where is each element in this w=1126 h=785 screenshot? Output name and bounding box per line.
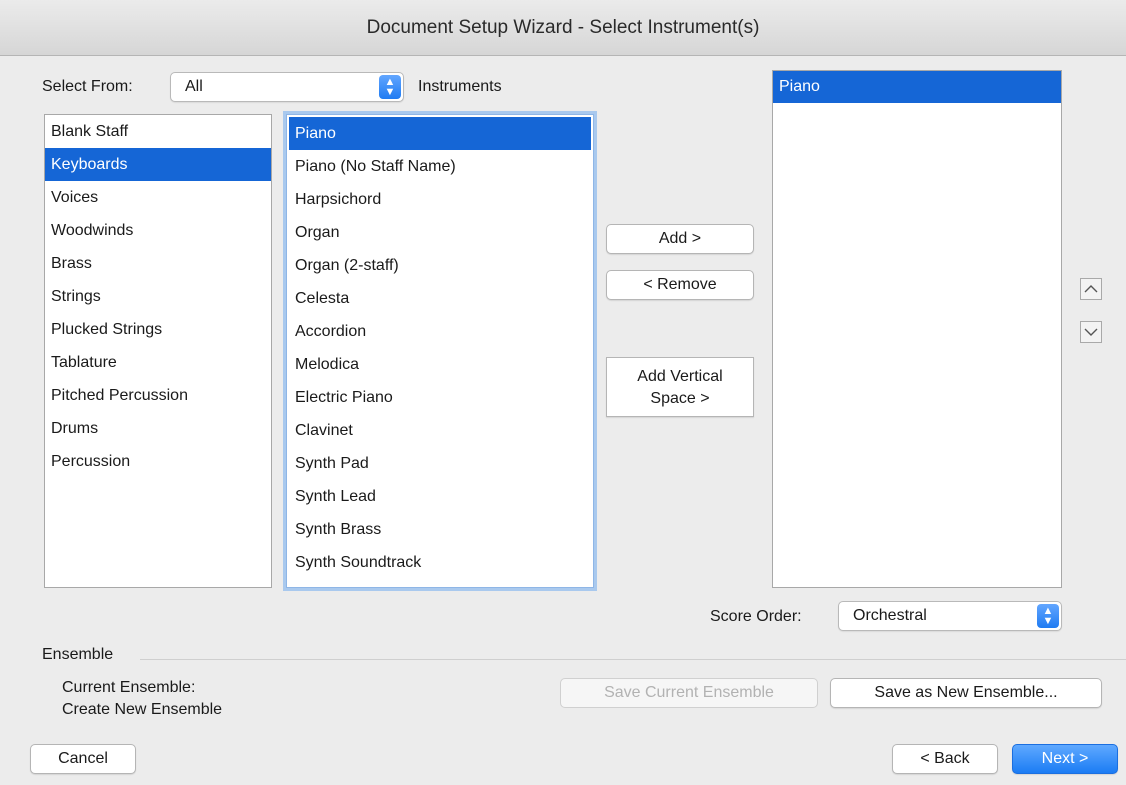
category-list-item[interactable]: Blank Staff (45, 115, 271, 148)
category-list-item[interactable]: Tablature (45, 346, 271, 379)
add-button[interactable]: Add > (606, 224, 754, 254)
score-list[interactable]: Piano (772, 70, 1062, 588)
remove-button[interactable]: < Remove (606, 270, 754, 300)
instrument-list-item[interactable]: Piano (289, 117, 591, 150)
ensemble-divider (140, 659, 1126, 660)
cancel-button[interactable]: Cancel (30, 744, 136, 774)
score-list-item[interactable]: Piano (773, 71, 1061, 103)
select-from-popup[interactable]: All ▲ ▼ (170, 72, 404, 102)
instrument-list-item[interactable]: Synth Soundtrack (289, 546, 591, 579)
add-vertical-space-line1: Add Vertical (637, 368, 723, 385)
category-list-item[interactable]: Strings (45, 280, 271, 313)
instrument-list-item[interactable]: Celesta (289, 282, 591, 315)
score-order-label: Score Order: (710, 608, 802, 625)
next-button[interactable]: Next > (1012, 744, 1118, 774)
category-list-item[interactable]: Brass (45, 247, 271, 280)
add-vertical-space-button[interactable]: Add Vertical Space > (606, 357, 754, 417)
up-down-arrows-icon: ▲ ▼ (379, 75, 401, 99)
category-list-item[interactable]: Pitched Percussion (45, 379, 271, 412)
instruments-label: Instruments (418, 78, 502, 95)
move-down-button[interactable] (1080, 321, 1102, 343)
instrument-list-item[interactable]: Accordion (289, 315, 591, 348)
up-down-arrows-icon: ▲ ▼ (1037, 604, 1059, 628)
instrument-list-item[interactable]: Piano (No Staff Name) (289, 150, 591, 183)
current-ensemble-value: Create New Ensemble (62, 701, 223, 718)
chevron-down-icon (1084, 328, 1098, 336)
save-new-ensemble-button[interactable]: Save as New Ensemble... (830, 678, 1102, 708)
category-list-item[interactable]: Woodwinds (45, 214, 271, 247)
move-up-button[interactable] (1080, 278, 1102, 300)
score-order-popup[interactable]: Orchestral ▲ ▼ (838, 601, 1062, 631)
instrument-list-item[interactable]: Harpsichord (289, 183, 591, 216)
ensemble-section-label: Ensemble (42, 646, 114, 663)
category-list[interactable]: Blank Staff Keyboards Voices Woodwinds Brass… (44, 114, 272, 588)
instrument-list-item[interactable]: Organ (289, 216, 591, 249)
back-button[interactable]: < Back (892, 744, 998, 774)
instrument-list-item[interactable]: Organ (2-staff) (289, 249, 591, 282)
score-order-value: Orchestral (853, 607, 927, 624)
instrument-list-item[interactable]: Sound FX (289, 579, 591, 587)
instrument-list[interactable]: Piano Piano (No Staff Name) Harpsichord Org… (286, 114, 594, 588)
select-from-label: Select From: (42, 78, 133, 95)
instrument-list-item[interactable]: Melodica (289, 348, 591, 381)
save-current-ensemble-button[interactable]: Save Current Ensemble (560, 678, 818, 708)
instrument-list-item[interactable]: Synth Pad (289, 447, 591, 480)
window-title: Document Setup Wizard - Select Instrumen… (0, 0, 1126, 56)
instrument-list-item[interactable]: Electric Piano (289, 381, 591, 414)
select-from-value: All (185, 78, 203, 95)
category-list-item[interactable]: Drums (45, 412, 271, 445)
instrument-list-item[interactable]: Synth Brass (289, 513, 591, 546)
chevron-up-icon (1084, 285, 1098, 293)
category-list-item[interactable]: Percussion (45, 445, 271, 478)
category-list-item[interactable]: Voices (45, 181, 271, 214)
category-list-item[interactable]: Keyboards (45, 148, 271, 181)
instrument-list-item[interactable]: Clavinet (289, 414, 591, 447)
add-vertical-space-line2: Space > (650, 390, 710, 407)
instrument-list-item[interactable]: Synth Lead (289, 480, 591, 513)
current-ensemble-label: Current Ensemble: (62, 679, 196, 696)
category-list-item[interactable]: Plucked Strings (45, 313, 271, 346)
